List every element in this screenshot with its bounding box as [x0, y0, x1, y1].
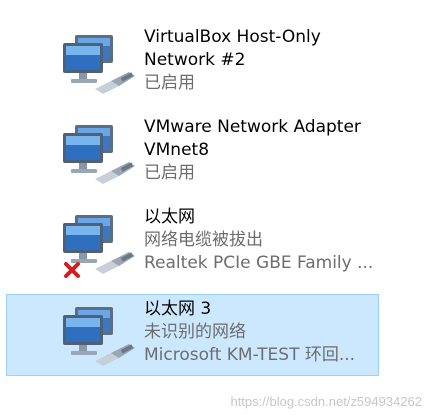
network-adapter-icon — [55, 121, 141, 187]
adapter-text: 以太网 3 未识别的网络 Microsoft KM-TEST 环回... — [144, 298, 380, 367]
adapter-device: Realtek PCIe GBE Family ... — [144, 253, 374, 273]
adapter-name-line: Network #2 — [144, 50, 246, 70]
adapter-status: 未识别的网络 — [144, 322, 246, 342]
adapter-item-ethernet[interactable]: 以太网 网络电缆被拔出 Realtek PCIe GBE Family ... — [6, 202, 379, 284]
adapter-item-virtualbox[interactable]: VirtualBox Host-Only Network #2 已启用 — [6, 22, 379, 104]
red-x-icon — [63, 261, 81, 279]
adapter-text: VMware Network Adapter VMnet8 已启用 — [144, 116, 380, 185]
adapter-name-line: 以太网 3 — [144, 299, 212, 319]
adapter-status: 已启用 — [144, 163, 195, 183]
network-adapter-icon — [55, 31, 141, 97]
adapter-name-line: 以太网 — [144, 207, 195, 227]
adapter-name-line: VirtualBox Host-Only — [144, 27, 321, 47]
adapter-item-vmware[interactable]: VMware Network Adapter VMnet8 已启用 — [6, 112, 379, 194]
adapter-status: 已启用 — [144, 73, 195, 93]
adapter-text: 以太网 网络电缆被拔出 Realtek PCIe GBE Family ... — [144, 206, 380, 275]
network-adapter-icon — [55, 303, 141, 369]
adapter-item-ethernet-3[interactable]: 以太网 3 未识别的网络 Microsoft KM-TEST 环回... — [6, 294, 379, 376]
adapter-name-line: VMnet8 — [144, 140, 210, 160]
adapter-status: 网络电缆被拔出 — [144, 230, 263, 250]
adapter-device: Microsoft KM-TEST 环回... — [144, 345, 356, 365]
adapter-name-line: VMware Network Adapter — [144, 117, 361, 137]
network-connections-list: VirtualBox Host-Only Network #2 已启用 VMwa… — [0, 0, 432, 415]
adapter-text: VirtualBox Host-Only Network #2 已启用 — [144, 26, 380, 95]
watermark: https://blog.csdn.net/z594934262 — [230, 394, 422, 409]
